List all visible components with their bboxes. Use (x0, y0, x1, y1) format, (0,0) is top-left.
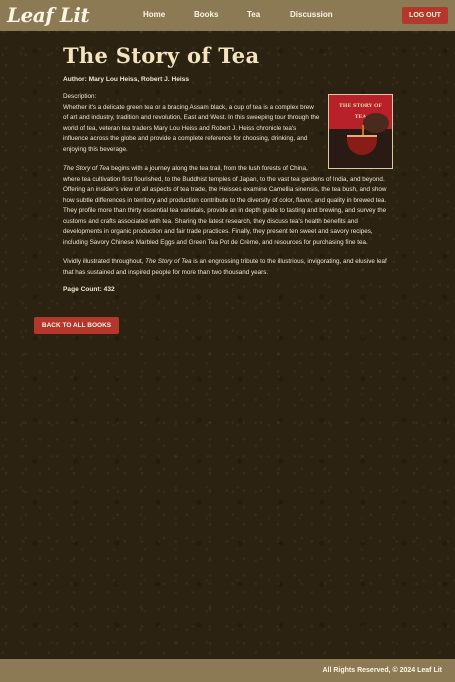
footer: All Rights Reserved, © 2024 Leaf Lit (0, 659, 455, 682)
navbar: Leaf Lit Home Books Tea Discussion LOG O… (0, 0, 455, 31)
page-count: Page Count: 432 (63, 286, 115, 293)
book-title-italic: The Story of Tea (63, 165, 110, 172)
book-title: The Story of Tea (63, 43, 260, 68)
description-paragraph-3: Vividly illustrated throughout, The Stor… (63, 258, 387, 276)
footer-copyright: All Rights Reserved, © 2024 Leaf Lit (322, 667, 442, 674)
logout-button[interactable]: LOG OUT (402, 7, 448, 24)
book-detail: The Story of Tea Author: Mary Lou Heiss,… (63, 40, 393, 293)
book-authors: Author: Mary Lou Heiss, Robert J. Heiss (63, 76, 190, 83)
nav-link-discussion[interactable]: Discussion (290, 10, 333, 19)
book-title-italic: The Story of Tea (145, 258, 192, 265)
book-description: THE STORY OF TEA Description: Whether it… (63, 92, 393, 278)
book-cover-image: THE STORY OF TEA (328, 94, 393, 169)
description-paragraph-2: The Story of Tea begins with a journey a… (63, 165, 387, 246)
back-to-all-books-button[interactable]: BACK TO ALL BOOKS (34, 317, 119, 334)
nav-link-books[interactable]: Books (194, 10, 218, 19)
nav-links: Home Books Tea Discussion (0, 10, 455, 22)
nav-link-home[interactable]: Home (143, 10, 165, 19)
nav-link-tea[interactable]: Tea (247, 10, 260, 19)
